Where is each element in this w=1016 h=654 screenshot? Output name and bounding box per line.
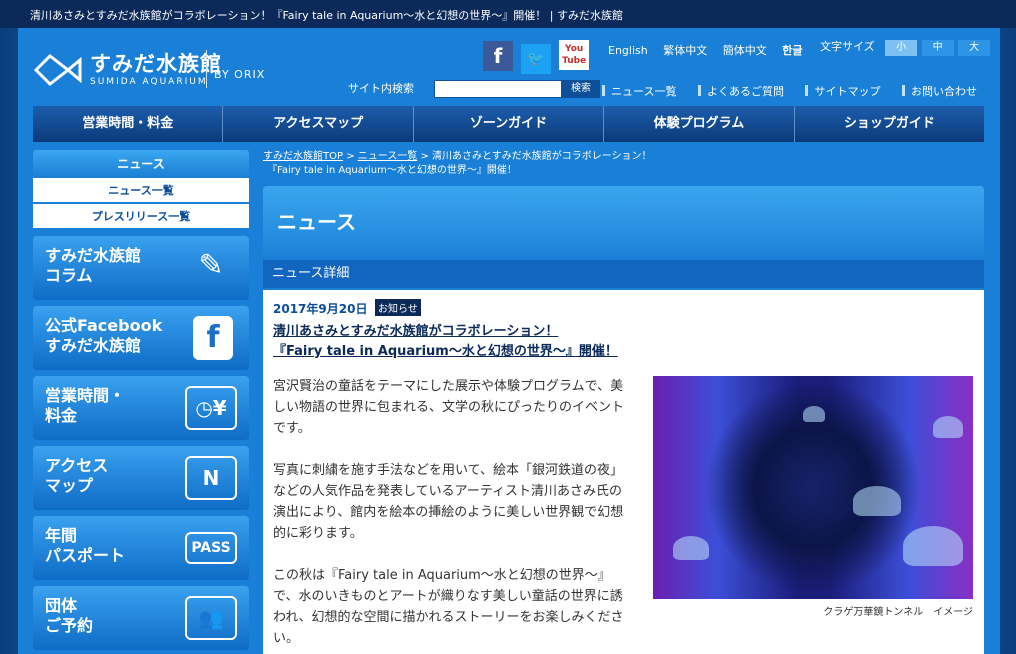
- main-content: すみだ水族館TOP > ニュース一覧 > 清川あさみとすみだ水族館がコラボレーシ…: [263, 150, 984, 654]
- pen-tablet-icon: ✎: [198, 248, 224, 283]
- font-size-medium-button[interactable]: 中: [921, 40, 954, 56]
- article-title-line2: 『Fairy tale in Aquarium〜水と幻想の世界〜』開催！: [273, 344, 618, 359]
- lang-simplified-chinese[interactable]: 簡体中文: [723, 44, 767, 57]
- facebook-icon[interactable]: f: [483, 41, 513, 71]
- article-paragraph: 宮沢賢治の童話をテーマにした展示や体験プログラムで、美しい物語の世界に包まれる、…: [273, 379, 625, 436]
- global-nav: 営業時間・料金 アクセスマップ ゾーンガイド 体験プログラム ショップガイド: [33, 106, 984, 142]
- banner-facebook[interactable]: 公式Facebook すみだ水族館 f: [33, 306, 249, 370]
- nav-hours-fees[interactable]: 営業時間・料金: [33, 106, 224, 142]
- nav-shop-guide[interactable]: ショップガイド: [795, 106, 984, 142]
- font-size-small-button[interactable]: 小: [885, 40, 918, 56]
- link-news-list[interactable]: ニュース一覧: [602, 85, 676, 98]
- sidebar-item-news-list[interactable]: ニュース一覧: [33, 178, 249, 204]
- article-paragraph: 写真に刺繍を施す手法などを用いて、絵本「銀河鉄道の夜」などの人気作品を発表してい…: [273, 463, 624, 541]
- font-size-switcher: 文字サイズ 小 中 大: [820, 38, 991, 56]
- breadcrumb-separator: >: [343, 151, 358, 162]
- news-heading: ニュース: [263, 186, 984, 256]
- breadcrumb-current-line1: 清川あさみとすみだ水族館がコラボレーション！: [432, 151, 652, 162]
- sidebar-news-heading[interactable]: ニュース: [33, 150, 249, 178]
- nav-programs[interactable]: 体験プログラム: [604, 106, 795, 142]
- language-links: English 繁体中文 簡体中文 한글: [608, 42, 814, 58]
- category-badge: お知らせ: [375, 299, 421, 316]
- lang-traditional-chinese[interactable]: 繁体中文: [663, 44, 707, 57]
- site-search: サイト内検索 検索: [348, 80, 600, 98]
- utility-links: ニュース一覧 よくあるご質問 サイトマップ お問い合わせ: [602, 83, 995, 99]
- search-input[interactable]: [434, 80, 562, 98]
- photo-caption: クラゲ万華鏡トンネル イメージ: [823, 607, 973, 618]
- news-article: 2017年9月20日 お知らせ 清川あさみとすみだ水族館がコラボレーション！ 『…: [263, 290, 984, 654]
- banner-annual-pass[interactable]: 年間 パスポート PASS: [33, 516, 249, 580]
- top-title-bar: 清川あさみとすみだ水族館がコラボレーション！『Fairy tale in Aqu…: [0, 0, 1016, 28]
- news-detail-heading: ニュース詳細: [263, 260, 984, 288]
- logo-divider: [206, 50, 207, 88]
- clock-yen-icon: ◷¥: [185, 386, 237, 430]
- breadcrumb-home[interactable]: すみだ水族館TOP: [263, 151, 343, 162]
- search-label: サイト内検索: [348, 82, 414, 95]
- page-title: 清川あさみとすみだ水族館がコラボレーション！『Fairy tale in Aqu…: [30, 9, 623, 22]
- pass-icon: PASS: [185, 532, 237, 564]
- banner-access-map[interactable]: アクセス マップ N: [33, 446, 249, 510]
- sidebar: ニュース ニュース一覧 プレスリリース一覧 すみだ水族館 コラム ✎ 公式Fac…: [33, 150, 249, 650]
- article-body: 宮沢賢治の童話をテーマにした展示や体験プログラムで、美しい物語の世界に包まれる、…: [273, 376, 625, 654]
- link-sitemap[interactable]: サイトマップ: [805, 85, 880, 98]
- article-title[interactable]: 清川あさみとすみだ水族館がコラボレーション！ 『Fairy tale in Aq…: [273, 322, 618, 362]
- banner-group-reservation[interactable]: 団体 ご予約 👥: [33, 586, 249, 650]
- group-icon: 👥: [185, 596, 237, 640]
- breadcrumb-news[interactable]: ニュース一覧: [358, 151, 418, 162]
- nav-access-map[interactable]: アクセスマップ: [223, 106, 414, 142]
- article-date: 2017年9月20日: [273, 302, 368, 316]
- jellyfish-tunnel-photo: [653, 376, 973, 599]
- site-container: すみだ水族館 SUMIDA AQUARIUM BY ORIX f 🐦 You T…: [18, 28, 1000, 654]
- social-links: f 🐦 You Tube: [483, 40, 592, 74]
- compass-icon: N: [185, 456, 237, 500]
- sidebar-item-press-releases[interactable]: プレスリリース一覧: [33, 204, 249, 230]
- fish-logo-icon: [34, 54, 82, 86]
- banner-hours-fees[interactable]: 営業時間・ 料金 ◷¥: [33, 376, 249, 440]
- font-size-label: 文字サイズ: [820, 40, 875, 53]
- site-logo[interactable]: すみだ水族館 SUMIDA AQUARIUM BY ORIX: [34, 44, 274, 96]
- logo-japanese: すみだ水族館: [90, 52, 222, 76]
- article-paragraph: この秋は『Fairy tale in Aquarium〜水と幻想の世界〜』で、水…: [273, 568, 624, 646]
- logo-partner: BY ORIX: [214, 68, 266, 81]
- twitter-icon[interactable]: 🐦: [521, 44, 552, 74]
- youtube-icon[interactable]: You Tube: [559, 40, 590, 70]
- logo-english: SUMIDA AQUARIUM: [90, 77, 208, 87]
- lang-english[interactable]: English: [608, 44, 648, 57]
- article-title-line1: 清川あさみとすみだ水族館がコラボレーション！: [273, 324, 559, 339]
- font-size-large-button[interactable]: 大: [958, 40, 991, 56]
- facebook-icon: f: [193, 316, 233, 360]
- breadcrumb-separator: >: [417, 151, 433, 162]
- search-button[interactable]: 検索: [562, 80, 600, 98]
- link-faq[interactable]: よくあるご質問: [698, 85, 784, 98]
- nav-zone-guide[interactable]: ゾーンガイド: [414, 106, 605, 142]
- breadcrumb-current-line2: 『Fairy tale in Aquarium〜水と幻想の世界〜』開催！: [267, 165, 517, 176]
- link-contact[interactable]: お問い合わせ: [902, 85, 977, 98]
- banner-column[interactable]: すみだ水族館 コラム ✎: [33, 236, 249, 300]
- breadcrumb: すみだ水族館TOP > ニュース一覧 > 清川あさみとすみだ水族館がコラボレーシ…: [263, 150, 984, 178]
- lang-korean[interactable]: 한글: [782, 44, 802, 57]
